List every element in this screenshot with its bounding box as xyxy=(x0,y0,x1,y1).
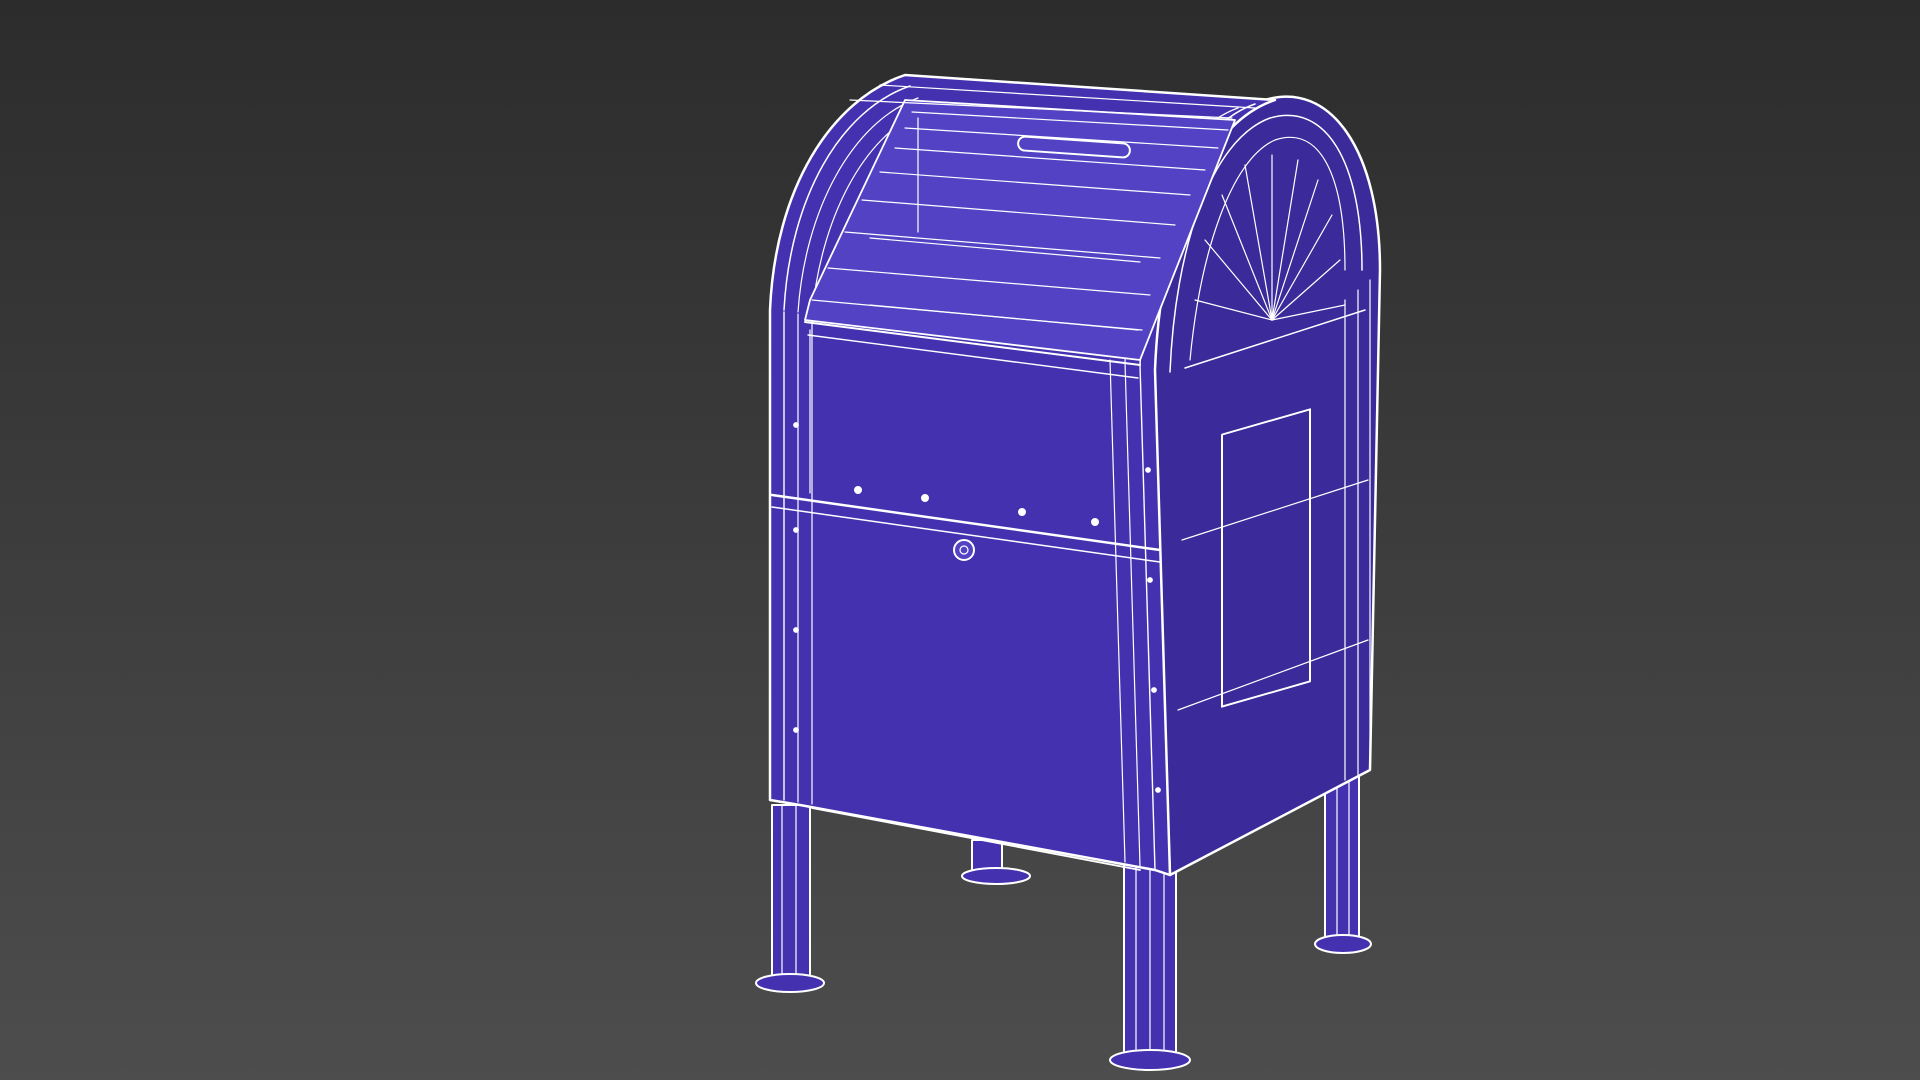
mailbox-wireframe-model[interactable] xyxy=(0,0,1920,1080)
leg-front-right xyxy=(1109,861,1191,1071)
3d-viewport[interactable] xyxy=(0,0,1920,1080)
door-lock-icon xyxy=(953,539,975,561)
leg-front-left xyxy=(755,804,825,993)
